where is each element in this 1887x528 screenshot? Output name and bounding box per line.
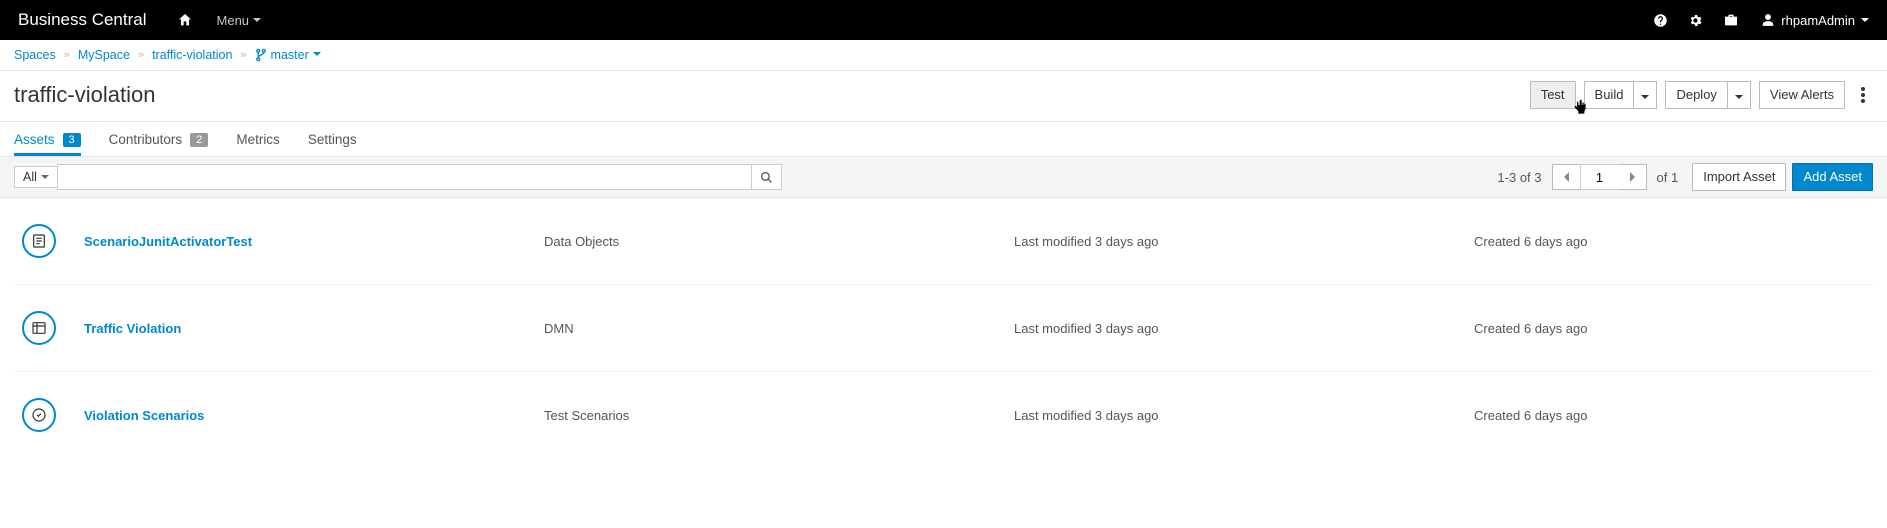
asset-name[interactable]: Traffic Violation	[84, 321, 544, 336]
help-button[interactable]	[1653, 13, 1668, 28]
asset-created: Created 6 days ago	[1474, 234, 1587, 249]
breadcrumb-project[interactable]: traffic-violation	[152, 48, 232, 62]
home-icon	[177, 12, 193, 28]
chevron-down-icon	[1735, 95, 1743, 99]
kebab-icon	[1861, 87, 1865, 103]
more-actions-button[interactable]	[1853, 87, 1873, 103]
deploy-dropdown[interactable]	[1728, 81, 1751, 109]
chevron-down-icon	[253, 18, 261, 22]
asset-row[interactable]: Violation Scenarios Test Scenarios Last …	[14, 372, 1873, 458]
contributors-count-badge: 2	[190, 133, 208, 147]
menu-label: Menu	[217, 13, 250, 28]
assets-count-badge: 3	[63, 133, 81, 147]
tab-contributors-label: Contributors	[109, 132, 183, 147]
chevron-right-icon	[1629, 172, 1636, 182]
build-button[interactable]: Build	[1584, 81, 1635, 109]
user-menu[interactable]: rhpamAdmin	[1761, 13, 1869, 28]
chevron-left-icon	[1563, 172, 1570, 182]
import-asset-button[interactable]: Import Asset	[1692, 163, 1786, 191]
tab-metrics[interactable]: Metrics	[236, 122, 280, 156]
branch-selector[interactable]: master	[255, 48, 321, 62]
chevron-down-icon	[313, 52, 321, 56]
data-object-icon	[22, 224, 56, 258]
add-asset-button[interactable]: Add Asset	[1792, 163, 1873, 191]
build-dropdown[interactable]	[1634, 81, 1657, 109]
asset-created: Created 6 days ago	[1474, 321, 1587, 336]
asset-created: Created 6 days ago	[1474, 408, 1587, 423]
build-button-group: Build	[1584, 81, 1658, 109]
chevron-down-icon	[1641, 95, 1649, 99]
deploy-button-group: Deploy	[1665, 81, 1750, 109]
chevron-down-icon	[1861, 18, 1869, 22]
breadcrumb-spaces[interactable]: Spaces	[14, 48, 56, 62]
apps-button[interactable]	[1723, 12, 1739, 28]
chevron-down-icon	[41, 175, 49, 179]
asset-type: Data Objects	[544, 234, 1014, 249]
filter-type-label: All	[23, 170, 37, 184]
app-brand: Business Central	[18, 10, 147, 30]
test-scenario-icon	[22, 398, 56, 432]
tab-settings[interactable]: Settings	[308, 122, 357, 156]
tab-assets[interactable]: Assets 3	[14, 122, 81, 156]
search-button[interactable]	[752, 164, 782, 190]
breadcrumb-sep: »	[64, 49, 70, 61]
pager	[1552, 164, 1647, 190]
asset-modified: Last modified 3 days ago	[1014, 321, 1474, 336]
tab-settings-label: Settings	[308, 132, 357, 147]
breadcrumb: Spaces » MySpace » traffic-violation » m…	[0, 40, 1887, 71]
tab-contributors[interactable]: Contributors 2	[109, 122, 209, 156]
asset-type-filter[interactable]: All	[14, 166, 57, 188]
branch-name: master	[271, 48, 309, 62]
asset-modified: Last modified 3 days ago	[1014, 408, 1474, 423]
asset-type: DMN	[544, 321, 1014, 336]
search-input[interactable]	[57, 164, 752, 190]
breadcrumb-sep: »	[138, 49, 144, 61]
menu-button[interactable]: Menu	[217, 13, 262, 28]
search-icon	[760, 171, 773, 184]
user-icon	[1761, 13, 1775, 27]
home-button[interactable]	[177, 12, 193, 28]
settings-button[interactable]	[1688, 13, 1703, 28]
prev-page-button[interactable]	[1552, 164, 1581, 190]
asset-modified: Last modified 3 days ago	[1014, 234, 1474, 249]
view-alerts-button[interactable]: View Alerts	[1759, 81, 1845, 109]
asset-row[interactable]: Traffic Violation DMN Last modified 3 da…	[14, 285, 1873, 372]
gear-icon	[1688, 13, 1703, 28]
page-title: traffic-violation	[14, 82, 155, 108]
asset-name[interactable]: Violation Scenarios	[84, 408, 544, 423]
tab-assets-label: Assets	[14, 132, 55, 147]
briefcase-icon	[1723, 12, 1739, 28]
breadcrumb-sep: »	[240, 49, 246, 61]
branch-icon	[255, 48, 267, 62]
page-range: 1-3 of 3	[1497, 170, 1541, 185]
user-name: rhpamAdmin	[1781, 13, 1855, 28]
asset-name[interactable]: ScenarioJunitActivatorTest	[84, 234, 544, 249]
page-total: of 1	[1657, 170, 1679, 185]
breadcrumb-myspace[interactable]: MySpace	[78, 48, 130, 62]
help-icon	[1653, 13, 1668, 28]
page-number-input[interactable]	[1580, 164, 1620, 190]
test-button[interactable]: Test	[1530, 81, 1576, 109]
next-page-button[interactable]	[1619, 164, 1647, 190]
tab-metrics-label: Metrics	[236, 132, 280, 147]
asset-row[interactable]: ScenarioJunitActivatorTest Data Objects …	[14, 198, 1873, 285]
deploy-button[interactable]: Deploy	[1665, 81, 1727, 109]
asset-type: Test Scenarios	[544, 408, 1014, 423]
dmn-icon	[22, 311, 56, 345]
